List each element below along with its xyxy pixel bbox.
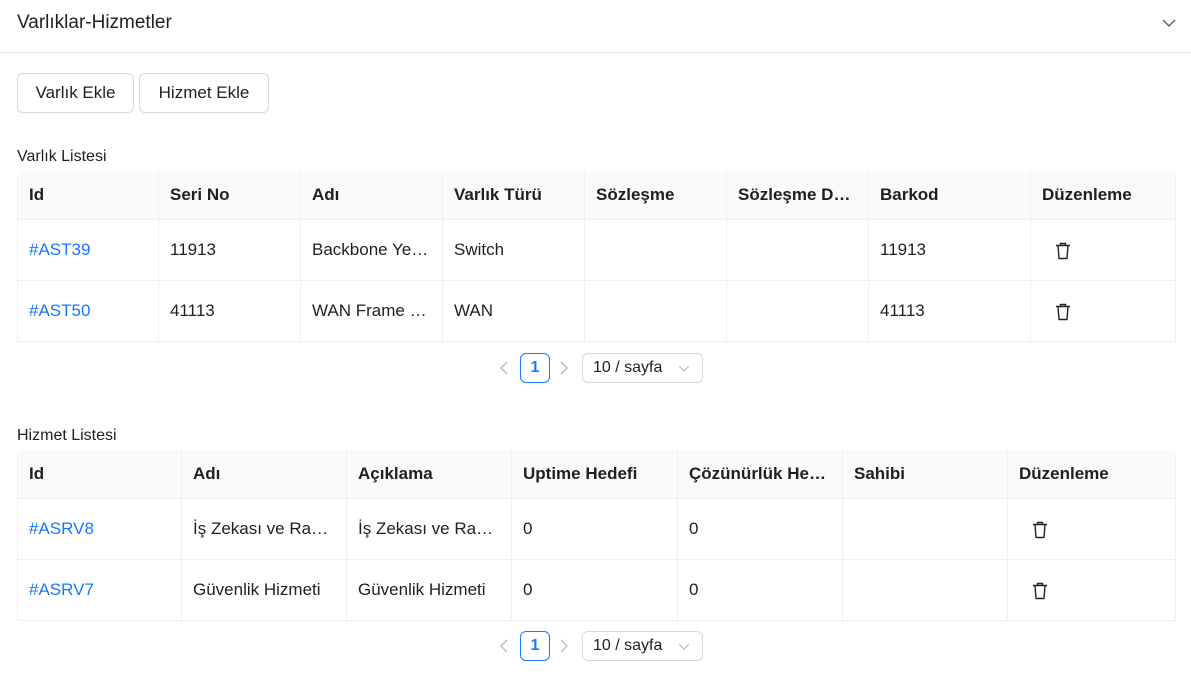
service-description: İş Zekası ve Rapo… (347, 499, 512, 560)
service-name: İş Zekası ve Rap… (182, 499, 347, 560)
service-list-label: Hizmet Listesi (17, 427, 117, 444)
trash-icon[interactable] (1055, 242, 1071, 260)
table-row: #AST39 11913 Backbone Yed… Switch 11913 (17, 220, 1176, 281)
table-row: #ASRV8 İş Zekası ve Rap… İş Zekası ve Ra… (17, 499, 1176, 560)
service-owner (843, 499, 1008, 560)
page-size-select[interactable]: 10 / sayfa (582, 353, 703, 383)
column-header-description[interactable]: Açıklama (347, 450, 512, 499)
chevron-left-icon[interactable] (498, 638, 510, 654)
asset-table: Id Seri No Adı Varlık Türü Sözleşme Sözl… (17, 171, 1176, 342)
column-header-id[interactable]: Id (17, 450, 182, 499)
service-table: Id Adı Açıklama Uptime Hedefi Çözünürlük… (17, 450, 1176, 621)
column-header-edit: Düzenleme (1008, 450, 1176, 499)
chevron-down-icon (678, 365, 690, 372)
asset-barcode: 11913 (869, 220, 1031, 281)
service-uptime: 0 (512, 560, 678, 621)
asset-name: Backbone Yed… (301, 220, 443, 281)
service-name: Güvenlik Hizmeti (182, 560, 347, 621)
service-pagination: 1 10 / sayfa (498, 631, 708, 663)
column-header-name[interactable]: Adı (182, 450, 347, 499)
asset-id-link[interactable]: #AST39 (17, 220, 159, 281)
add-asset-button[interactable]: Varlık Ekle (17, 73, 134, 113)
column-header-resolution-target[interactable]: Çözünürlük Hed… (678, 450, 843, 499)
column-header-contract-duration[interactable]: Sözleşme Du… (727, 171, 869, 220)
trash-icon[interactable] (1032, 582, 1048, 600)
column-header-barcode[interactable]: Barkod (869, 171, 1031, 220)
asset-list-label: Varlık Listesi (17, 148, 107, 165)
add-service-button[interactable]: Hizmet Ekle (139, 73, 269, 113)
asset-name: WAN Frame R… (301, 281, 443, 342)
column-header-edit: Düzenleme (1031, 171, 1176, 220)
page-number-current[interactable]: 1 (520, 353, 550, 383)
page-size-value: 10 / sayfa (593, 637, 663, 654)
asset-table-header: Id Seri No Adı Varlık Türü Sözleşme Sözl… (17, 171, 1176, 220)
column-header-name[interactable]: Adı (301, 171, 443, 220)
chevron-left-icon[interactable] (498, 360, 510, 376)
chevron-down-icon (678, 643, 690, 650)
asset-barcode: 41113 (869, 281, 1031, 342)
column-header-contract[interactable]: Sözleşme (585, 171, 727, 220)
chevron-right-icon[interactable] (558, 360, 570, 376)
asset-contract (585, 281, 727, 342)
service-edit-cell (1008, 499, 1176, 560)
page-size-select[interactable]: 10 / sayfa (582, 631, 703, 661)
asset-type: Switch (443, 220, 585, 281)
column-header-id[interactable]: Id (17, 171, 159, 220)
page-size-value: 10 / sayfa (593, 359, 663, 376)
service-resolution: 0 (678, 499, 843, 560)
asset-edit-cell (1031, 220, 1176, 281)
panel-header[interactable]: Varlıklar-Hizmetler (0, 0, 1191, 53)
service-edit-cell (1008, 560, 1176, 621)
asset-edit-cell (1031, 281, 1176, 342)
service-table-header: Id Adı Açıklama Uptime Hedefi Çözünürlük… (17, 450, 1176, 499)
service-uptime: 0 (512, 499, 678, 560)
column-header-uptime-target[interactable]: Uptime Hedefi (512, 450, 678, 499)
service-resolution: 0 (678, 560, 843, 621)
service-description: Güvenlik Hizmeti (347, 560, 512, 621)
asset-serial: 41113 (159, 281, 301, 342)
asset-pagination: 1 10 / sayfa (498, 353, 708, 385)
asset-type: WAN (443, 281, 585, 342)
asset-contract (585, 220, 727, 281)
asset-serial: 11913 (159, 220, 301, 281)
column-header-owner[interactable]: Sahibi (843, 450, 1008, 499)
asset-id-link[interactable]: #AST50 (17, 281, 159, 342)
panel-title: Varlıklar-Hizmetler (17, 12, 172, 33)
trash-icon[interactable] (1055, 303, 1071, 321)
table-row: #ASRV7 Güvenlik Hizmeti Güvenlik Hizmeti… (17, 560, 1176, 621)
service-id-link[interactable]: #ASRV7 (17, 560, 182, 621)
table-row: #AST50 41113 WAN Frame R… WAN 41113 (17, 281, 1176, 342)
column-header-serial[interactable]: Seri No (159, 171, 301, 220)
chevron-right-icon[interactable] (558, 638, 570, 654)
trash-icon[interactable] (1032, 521, 1048, 539)
service-owner (843, 560, 1008, 621)
chevron-down-icon[interactable] (1161, 15, 1177, 31)
asset-contract-duration (727, 220, 869, 281)
service-id-link[interactable]: #ASRV8 (17, 499, 182, 560)
asset-contract-duration (727, 281, 869, 342)
page-number-current[interactable]: 1 (520, 631, 550, 661)
column-header-asset-type[interactable]: Varlık Türü (443, 171, 585, 220)
